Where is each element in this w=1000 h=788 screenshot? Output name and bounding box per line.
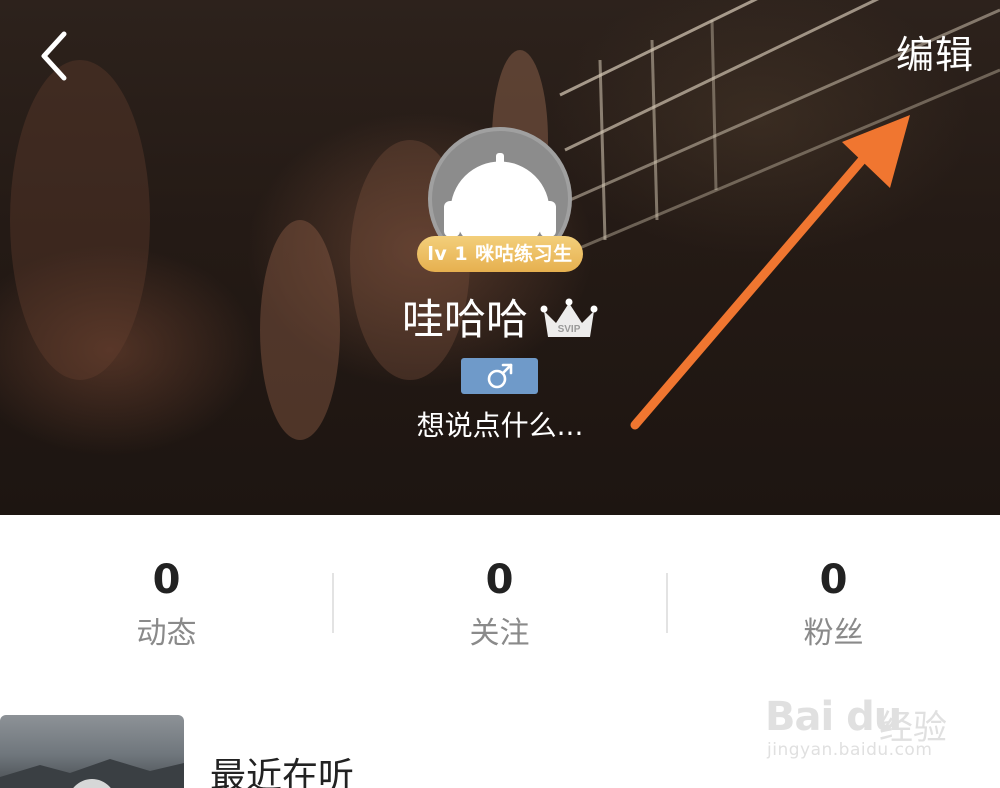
stat-count: 0 [819,557,848,603]
stat-followers[interactable]: 0 粉丝 [667,553,1000,657]
back-button[interactable] [30,26,82,86]
level-badge: lv 1 咪咕练习生 [417,236,583,272]
stat-count: 0 [152,557,181,603]
svip-text: SVIP [558,324,581,335]
mountain-cover-image [0,759,184,788]
stats-bar: 0 动态 0 关注 0 粉丝 [0,515,1000,695]
stat-following[interactable]: 0 关注 [333,553,666,657]
gender-tag [461,358,538,394]
stat-label: 粉丝 [803,616,864,651]
name-row: 哇哈哈 SVIP [0,292,1000,348]
recent-album-cover[interactable] [0,715,184,788]
stat-label: 动态 [136,616,197,651]
baidu-jingyan-watermark: Bai du 经验 jingyan.baidu.com [765,680,965,770]
recent-listening-title[interactable]: 最近在听 [210,752,354,788]
signature-text[interactable]: 想说点什么... [0,406,1000,446]
username: 哇哈哈 [401,295,528,344]
stat-count: 0 [485,557,514,603]
svip-crown-icon[interactable]: SVIP [540,297,598,343]
chevron-left-icon [41,31,67,81]
male-icon [487,363,512,389]
profile-header: 编辑 lv 1 咪咕练习生 哇哈哈 SVIP 想说点什么... [0,0,1000,515]
watermark-url: jingyan.baidu.com [767,740,933,760]
stat-label: 关注 [469,616,530,651]
stat-posts[interactable]: 0 动态 [0,553,333,657]
edit-button[interactable]: 编辑 [896,30,974,80]
